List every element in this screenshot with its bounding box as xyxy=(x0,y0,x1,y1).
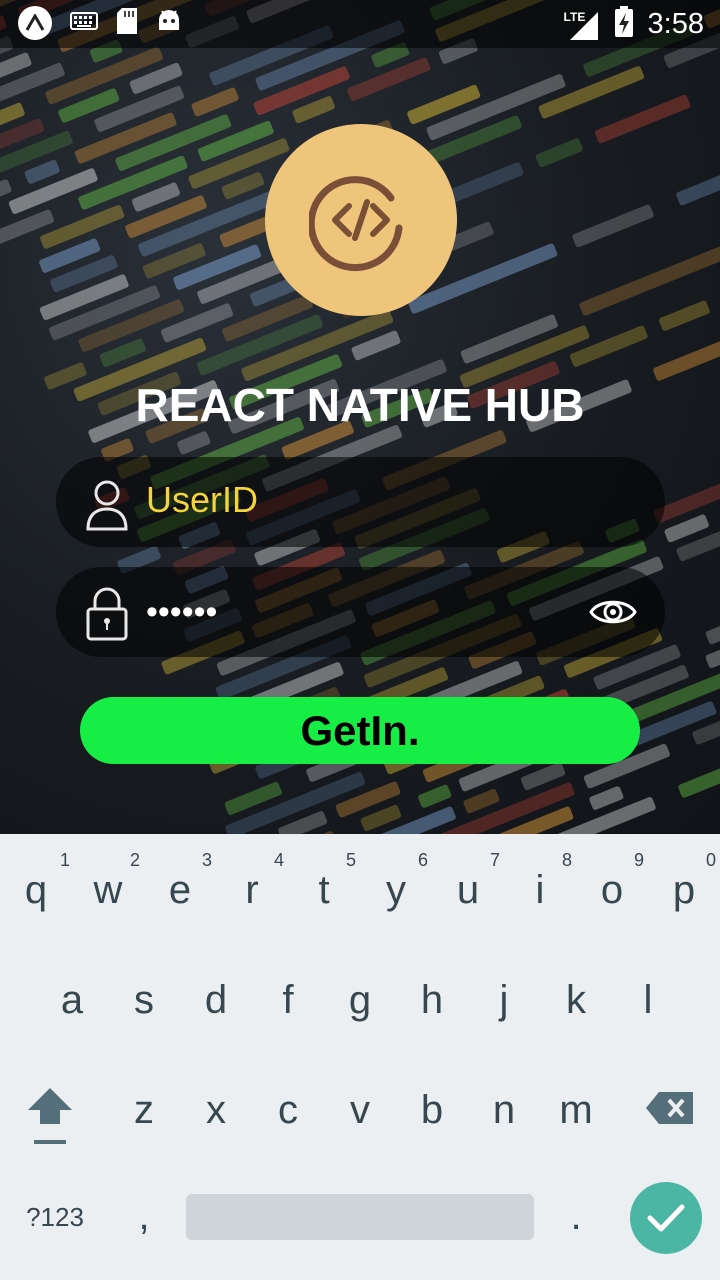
shift-icon xyxy=(28,1088,72,1144)
userid-input[interactable]: UserID xyxy=(146,479,258,521)
key-w[interactable]: 2w xyxy=(72,850,144,913)
key-hint: 7 xyxy=(489,850,500,870)
clock: 3:58 xyxy=(647,8,704,40)
key-o[interactable]: 9o xyxy=(576,850,648,913)
key-f[interactable]: f xyxy=(252,978,324,1023)
backspace-key[interactable] xyxy=(632,1090,708,1130)
soft-keyboard: 1q 2w 3e 4r 5t 6y 7u 8i 9o 0p a s d f g … xyxy=(0,834,720,1280)
key-p[interactable]: 0p xyxy=(648,850,720,913)
key-v[interactable]: v xyxy=(324,1088,396,1133)
key-label: r xyxy=(245,868,259,912)
key-hint: 3 xyxy=(201,850,212,870)
key-l[interactable]: l xyxy=(612,978,684,1023)
key-label: p xyxy=(672,868,696,912)
key-hint: 9 xyxy=(633,850,644,870)
key-d[interactable]: d xyxy=(180,978,252,1023)
key-b[interactable]: b xyxy=(396,1088,468,1133)
code-line-segment xyxy=(190,86,240,118)
user-icon xyxy=(86,480,128,531)
code-line-segment xyxy=(345,56,432,102)
key-label: w xyxy=(93,868,123,912)
password-input[interactable]: •••••• xyxy=(146,593,217,632)
key-label: y xyxy=(386,868,406,912)
code-line-segment xyxy=(534,137,584,169)
checkmark-icon xyxy=(647,1204,685,1232)
key-label: i xyxy=(535,868,545,912)
period-key[interactable]: . xyxy=(540,1194,612,1239)
backspace-icon xyxy=(646,1092,693,1124)
key-hint: 0 xyxy=(705,850,716,870)
key-z[interactable]: z xyxy=(108,1088,180,1133)
key-s[interactable]: s xyxy=(108,978,180,1023)
key-label: u xyxy=(456,868,480,912)
key-a[interactable]: a xyxy=(36,978,108,1023)
key-label: q xyxy=(24,868,48,912)
code-icon xyxy=(309,176,403,272)
getin-button[interactable]: GetIn. xyxy=(80,697,640,764)
lock-icon xyxy=(86,587,128,641)
battery-charging-icon xyxy=(614,6,634,43)
signal-icon: LTE xyxy=(564,8,600,42)
app-logo xyxy=(265,124,457,316)
key-label: t xyxy=(318,868,330,912)
key-hint: 1 xyxy=(59,850,70,870)
key-j[interactable]: j xyxy=(468,978,540,1023)
code-line-segment xyxy=(176,430,211,456)
key-y[interactable]: 6y xyxy=(360,850,432,913)
eye-icon[interactable] xyxy=(589,595,637,629)
code-line-segment xyxy=(417,783,452,809)
space-key[interactable] xyxy=(186,1194,534,1240)
userid-field[interactable]: UserID xyxy=(56,457,665,547)
key-hint: 6 xyxy=(417,850,428,870)
sd-card-icon xyxy=(116,7,138,40)
code-line-segment xyxy=(652,336,720,382)
key-q[interactable]: 1q xyxy=(0,850,72,913)
key-hint: 8 xyxy=(561,850,572,870)
key-hint: 4 xyxy=(273,850,284,870)
key-x[interactable]: x xyxy=(180,1088,252,1133)
code-line-segment xyxy=(657,299,711,332)
code-line-segment xyxy=(674,152,720,207)
key-i[interactable]: 8i xyxy=(504,850,576,913)
key-label: o xyxy=(600,868,624,912)
status-bar: LTE 3:58 xyxy=(0,0,720,48)
key-hint: 5 xyxy=(345,850,356,870)
code-line-segment xyxy=(588,785,625,811)
app-title: REACT NATIVE HUB xyxy=(135,379,585,431)
key-t[interactable]: 5t xyxy=(288,850,360,913)
keyboard-icon xyxy=(70,11,98,35)
key-e[interactable]: 3e xyxy=(144,850,216,913)
code-line-segment xyxy=(24,158,61,185)
symbols-key[interactable]: ?123 xyxy=(16,1202,94,1233)
key-hint: 2 xyxy=(129,850,140,870)
code-line-segment xyxy=(571,203,655,249)
key-g[interactable]: g xyxy=(324,978,396,1023)
code-line-segment xyxy=(462,788,500,815)
code-line-segment xyxy=(0,101,26,128)
shift-key[interactable] xyxy=(14,1084,86,1144)
key-m[interactable]: m xyxy=(540,1088,612,1133)
comma-key[interactable]: , xyxy=(108,1194,180,1239)
key-label: e xyxy=(168,868,192,912)
key-k[interactable]: k xyxy=(540,978,612,1023)
key-r[interactable]: 4r xyxy=(216,850,288,913)
nova-launcher-icon xyxy=(18,6,52,40)
android-icon xyxy=(156,8,182,39)
enter-button[interactable] xyxy=(630,1182,702,1254)
key-c[interactable]: c xyxy=(252,1088,324,1133)
password-field[interactable]: •••••• xyxy=(56,567,665,657)
code-line-segment xyxy=(593,93,692,145)
code-line-segment xyxy=(704,575,720,646)
key-u[interactable]: 7u xyxy=(432,850,504,913)
key-n[interactable]: n xyxy=(468,1088,540,1133)
key-h[interactable]: h xyxy=(396,978,468,1023)
code-line-segment xyxy=(677,767,720,799)
